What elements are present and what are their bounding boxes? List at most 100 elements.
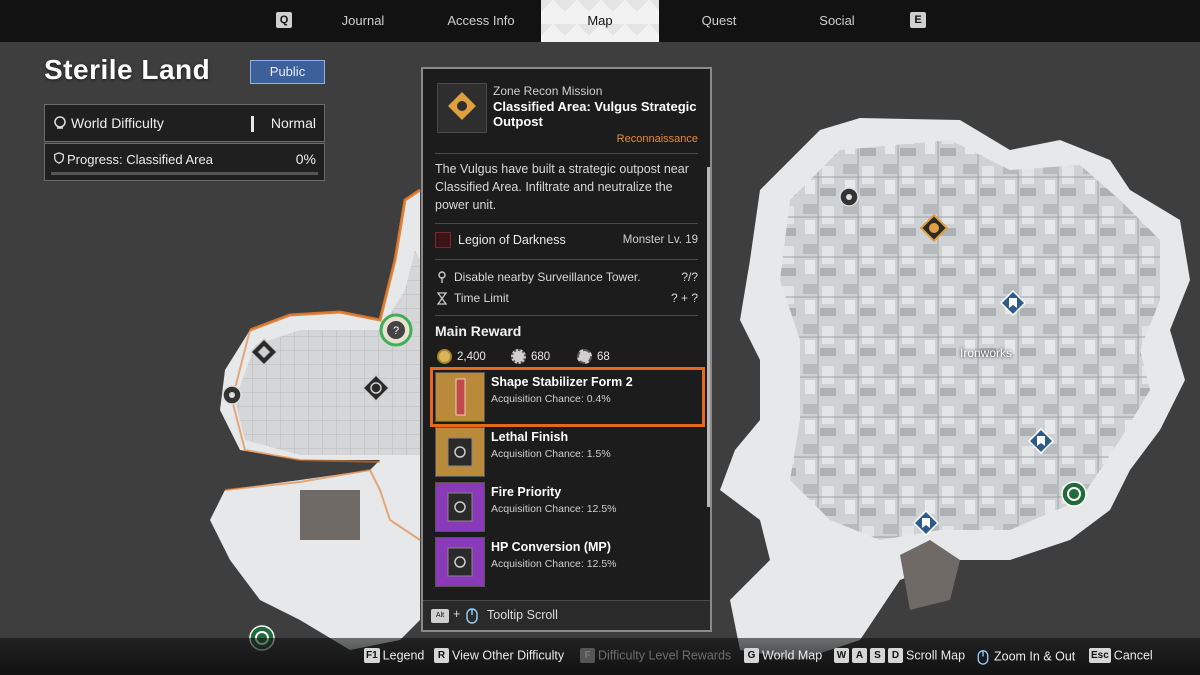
reward-item[interactable]: Shape Stabilizer Form 2 Acquisition Chan… [430, 367, 705, 427]
currency-value: 680 [531, 351, 551, 363]
legend-hint[interactable]: F1 Legend [364, 648, 424, 666]
difficulty-icon [54, 116, 66, 129]
tab-social[interactable]: Social [778, 0, 896, 42]
tab-journal[interactable]: Journal [304, 0, 422, 42]
key-cap: R [434, 648, 449, 664]
teleport-point-icon[interactable] [1060, 480, 1088, 508]
objective-value: ? + ? [670, 291, 698, 305]
hint-label: Scroll Map [906, 648, 966, 663]
next-tab-key[interactable]: E [910, 12, 926, 28]
key-cap: S [870, 648, 885, 664]
gear-point-icon[interactable] [221, 384, 243, 406]
reward-name: Shape Stabilizer Form 2 [491, 375, 633, 389]
bottom-hint-bar: F1 Legend R View Other Difficulty F Difficu… [0, 638, 1200, 675]
main-reward-title: Main Reward [435, 323, 522, 339]
key-cap: A [852, 648, 867, 664]
outpost-marker-icon[interactable] [362, 374, 390, 402]
module-icon [436, 483, 484, 531]
faction-icon [435, 232, 451, 248]
mission-description: The Vulgus have built a strategic outpos… [435, 162, 689, 212]
reward-item[interactable]: Lethal Finish Acquisition Chance: 1.5% [435, 427, 700, 477]
reward-thumbnail [435, 427, 485, 477]
cancel-hint[interactable]: Esc Cancel [1089, 648, 1153, 666]
reward-name: Fire Priority [491, 485, 562, 499]
reward-chance: Acquisition Chance: 1.5% [491, 448, 611, 460]
world-map-hint[interactable]: G World Map [744, 648, 822, 666]
currency-value: 68 [597, 351, 610, 363]
mission-name: Classified Area: Vulgus Strategic Outpos… [493, 99, 697, 129]
scroll-map-hint[interactable]: W A S D Scroll Map [834, 648, 965, 666]
objective-row: Disable nearby Surveillance Tower. ?/? [437, 269, 700, 287]
monster-level: Monster Lv. 19 [622, 234, 698, 246]
waypoint-icon[interactable] [913, 510, 939, 536]
zone-title: Sterile Land [44, 54, 211, 85]
tooltip-footer: Alt + Tooltip Scroll [423, 600, 710, 630]
divider [435, 223, 698, 224]
tab-map[interactable]: Map [541, 0, 659, 42]
world-difficulty-row[interactable]: World Difficulty Normal [44, 104, 325, 142]
tooltip-scroll-hint: Tooltip Scroll [487, 608, 558, 622]
faction-name: Legion of Darkness [458, 233, 566, 247]
outpost-marker-icon[interactable] [250, 338, 278, 366]
waypoint-icon[interactable] [1028, 428, 1054, 454]
hint-label: Difficulty Level Rewards [598, 648, 732, 663]
key-cap: Esc [1089, 648, 1111, 664]
tooltip-header: Zone Recon Mission Classified Area: Vulg… [423, 69, 710, 155]
reward-name: Lethal Finish [491, 430, 569, 444]
gold-coin-icon [437, 349, 452, 364]
module-icon [436, 428, 484, 476]
map-location-label: Ironworks [960, 346, 1013, 360]
objective-text: Disable nearby Surveillance Tower. [454, 270, 641, 284]
reward-name: HP Conversion (MP) [491, 540, 611, 554]
key-cap: D [888, 648, 903, 664]
progress-value: 0% [295, 151, 316, 167]
mouse-wheel-icon [466, 608, 478, 624]
mission-type: Zone Recon Mission [493, 84, 603, 98]
reward-thumbnail [435, 372, 485, 422]
mission-category: Reconnaissance [616, 133, 698, 145]
divider [435, 315, 698, 316]
visibility-public-button[interactable]: Public [250, 60, 325, 84]
faction-row: Legion of Darkness Monster Lv. 19 [435, 231, 698, 251]
tab-access-info[interactable]: Access Info [422, 0, 540, 42]
waypoint-icon[interactable] [1000, 290, 1026, 316]
zoom-hint[interactable]: Zoom In & Out [976, 648, 1075, 666]
reward-item[interactable]: Fire Priority Acquisition Chance: 12.5% [435, 482, 700, 532]
difficulty-divider [251, 116, 254, 132]
objective-text: Time Limit [454, 291, 509, 305]
alt-key: Alt [431, 609, 449, 623]
prev-tab-key[interactable]: Q [276, 12, 292, 28]
reward-thumbnail [435, 537, 485, 587]
divider [435, 153, 698, 154]
key-cap: W [834, 648, 849, 664]
objective-value: ?/? [681, 270, 698, 284]
svg-text:?: ? [393, 325, 399, 337]
shield-icon [54, 152, 64, 164]
key-cap: F [580, 648, 595, 664]
location-pin-icon [438, 271, 446, 283]
kuiper-shard-icon [511, 349, 526, 364]
tooltip-scrollbar[interactable] [707, 167, 710, 507]
view-other-difficulty-hint[interactable]: R View Other Difficulty [434, 648, 564, 666]
world-difficulty-label: World Difficulty [71, 115, 164, 131]
key-cap: G [744, 648, 759, 664]
reward-item[interactable]: HP Conversion (MP) Acquisition Chance: 1… [435, 537, 700, 587]
gear-icon [577, 349, 592, 364]
mission-tooltip[interactable]: Zone Recon Mission Classified Area: Vulg… [421, 67, 712, 632]
hint-label: View Other Difficulty [452, 648, 565, 663]
divider [435, 259, 698, 260]
tab-quest[interactable]: Quest [660, 0, 778, 42]
mission-marker-icon[interactable] [920, 214, 948, 242]
selected-mission-marker-icon[interactable]: ? [378, 312, 414, 348]
reward-chance: Acquisition Chance: 12.5% [491, 503, 617, 515]
objective-row: Time Limit ? + ? [437, 290, 700, 308]
module-icon [436, 538, 484, 586]
hourglass-icon [437, 292, 447, 305]
mouse-wheel-icon [977, 650, 989, 665]
plus-sign: + [453, 607, 461, 621]
gear-point-icon[interactable] [838, 186, 860, 208]
reward-chance: Acquisition Chance: 0.4% [491, 393, 611, 405]
reward-chance: Acquisition Chance: 12.5% [491, 558, 617, 570]
hint-label: World Map [762, 648, 823, 663]
difficulty-level-rewards-hint[interactable]: F Difficulty Level Rewards [580, 648, 731, 666]
